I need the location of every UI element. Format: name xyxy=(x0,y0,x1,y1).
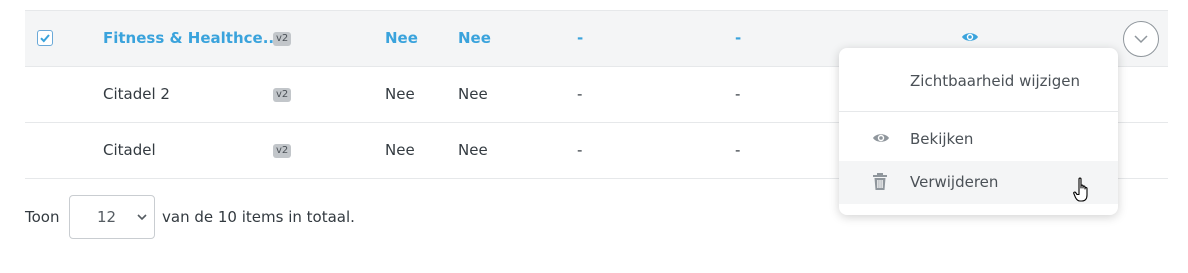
menu-item-view[interactable]: Bekijken xyxy=(839,118,1118,161)
row-name[interactable]: Citadel xyxy=(103,123,156,178)
page-size-select[interactable]: 12 xyxy=(69,195,155,239)
row-col-b: Nee xyxy=(458,141,488,159)
menu-item-label: Zichtbaarheid wijzigen xyxy=(910,72,1080,90)
row-name[interactable]: Fitness & Healthce... xyxy=(103,11,280,66)
row-actions-toggle[interactable] xyxy=(1123,21,1159,57)
eye-icon[interactable] xyxy=(961,30,979,44)
row-col-c: - xyxy=(577,141,583,159)
row-col-d: - xyxy=(735,29,742,47)
row-col-a: Nee xyxy=(385,29,418,47)
chevron-down-icon xyxy=(137,214,147,221)
menu-item-visibility[interactable]: Zichtbaarheid wijzigen xyxy=(839,48,1118,111)
version-badge: v2 xyxy=(273,88,292,102)
version-badge: v2 xyxy=(273,32,292,46)
row-col-d: - xyxy=(735,85,741,103)
row-col-d: - xyxy=(735,141,741,159)
eye-icon xyxy=(873,134,889,142)
menu-item-label: Verwijderen xyxy=(910,173,999,191)
row-col-a: Nee xyxy=(385,85,415,103)
row-col-c: - xyxy=(577,85,583,103)
trash-icon xyxy=(873,173,887,190)
menu-item-label: Bekijken xyxy=(910,130,974,148)
version-badge: v2 xyxy=(273,144,292,158)
row-col-b: Nee xyxy=(458,29,491,47)
hand-pointer-cursor xyxy=(1073,177,1088,202)
row-col-a: Nee xyxy=(385,141,415,159)
check-icon xyxy=(40,34,50,43)
items-total-label: van de 10 items in totaal. xyxy=(162,208,355,226)
row-checkbox[interactable] xyxy=(37,30,53,46)
chevron-down-icon xyxy=(1134,35,1148,44)
show-label: Toon xyxy=(25,208,60,226)
page-size-value: 12 xyxy=(97,208,117,226)
menu-divider xyxy=(839,111,1118,112)
row-name[interactable]: Citadel 2 xyxy=(103,67,170,122)
row-col-c: - xyxy=(577,29,584,47)
row-col-b: Nee xyxy=(458,85,488,103)
